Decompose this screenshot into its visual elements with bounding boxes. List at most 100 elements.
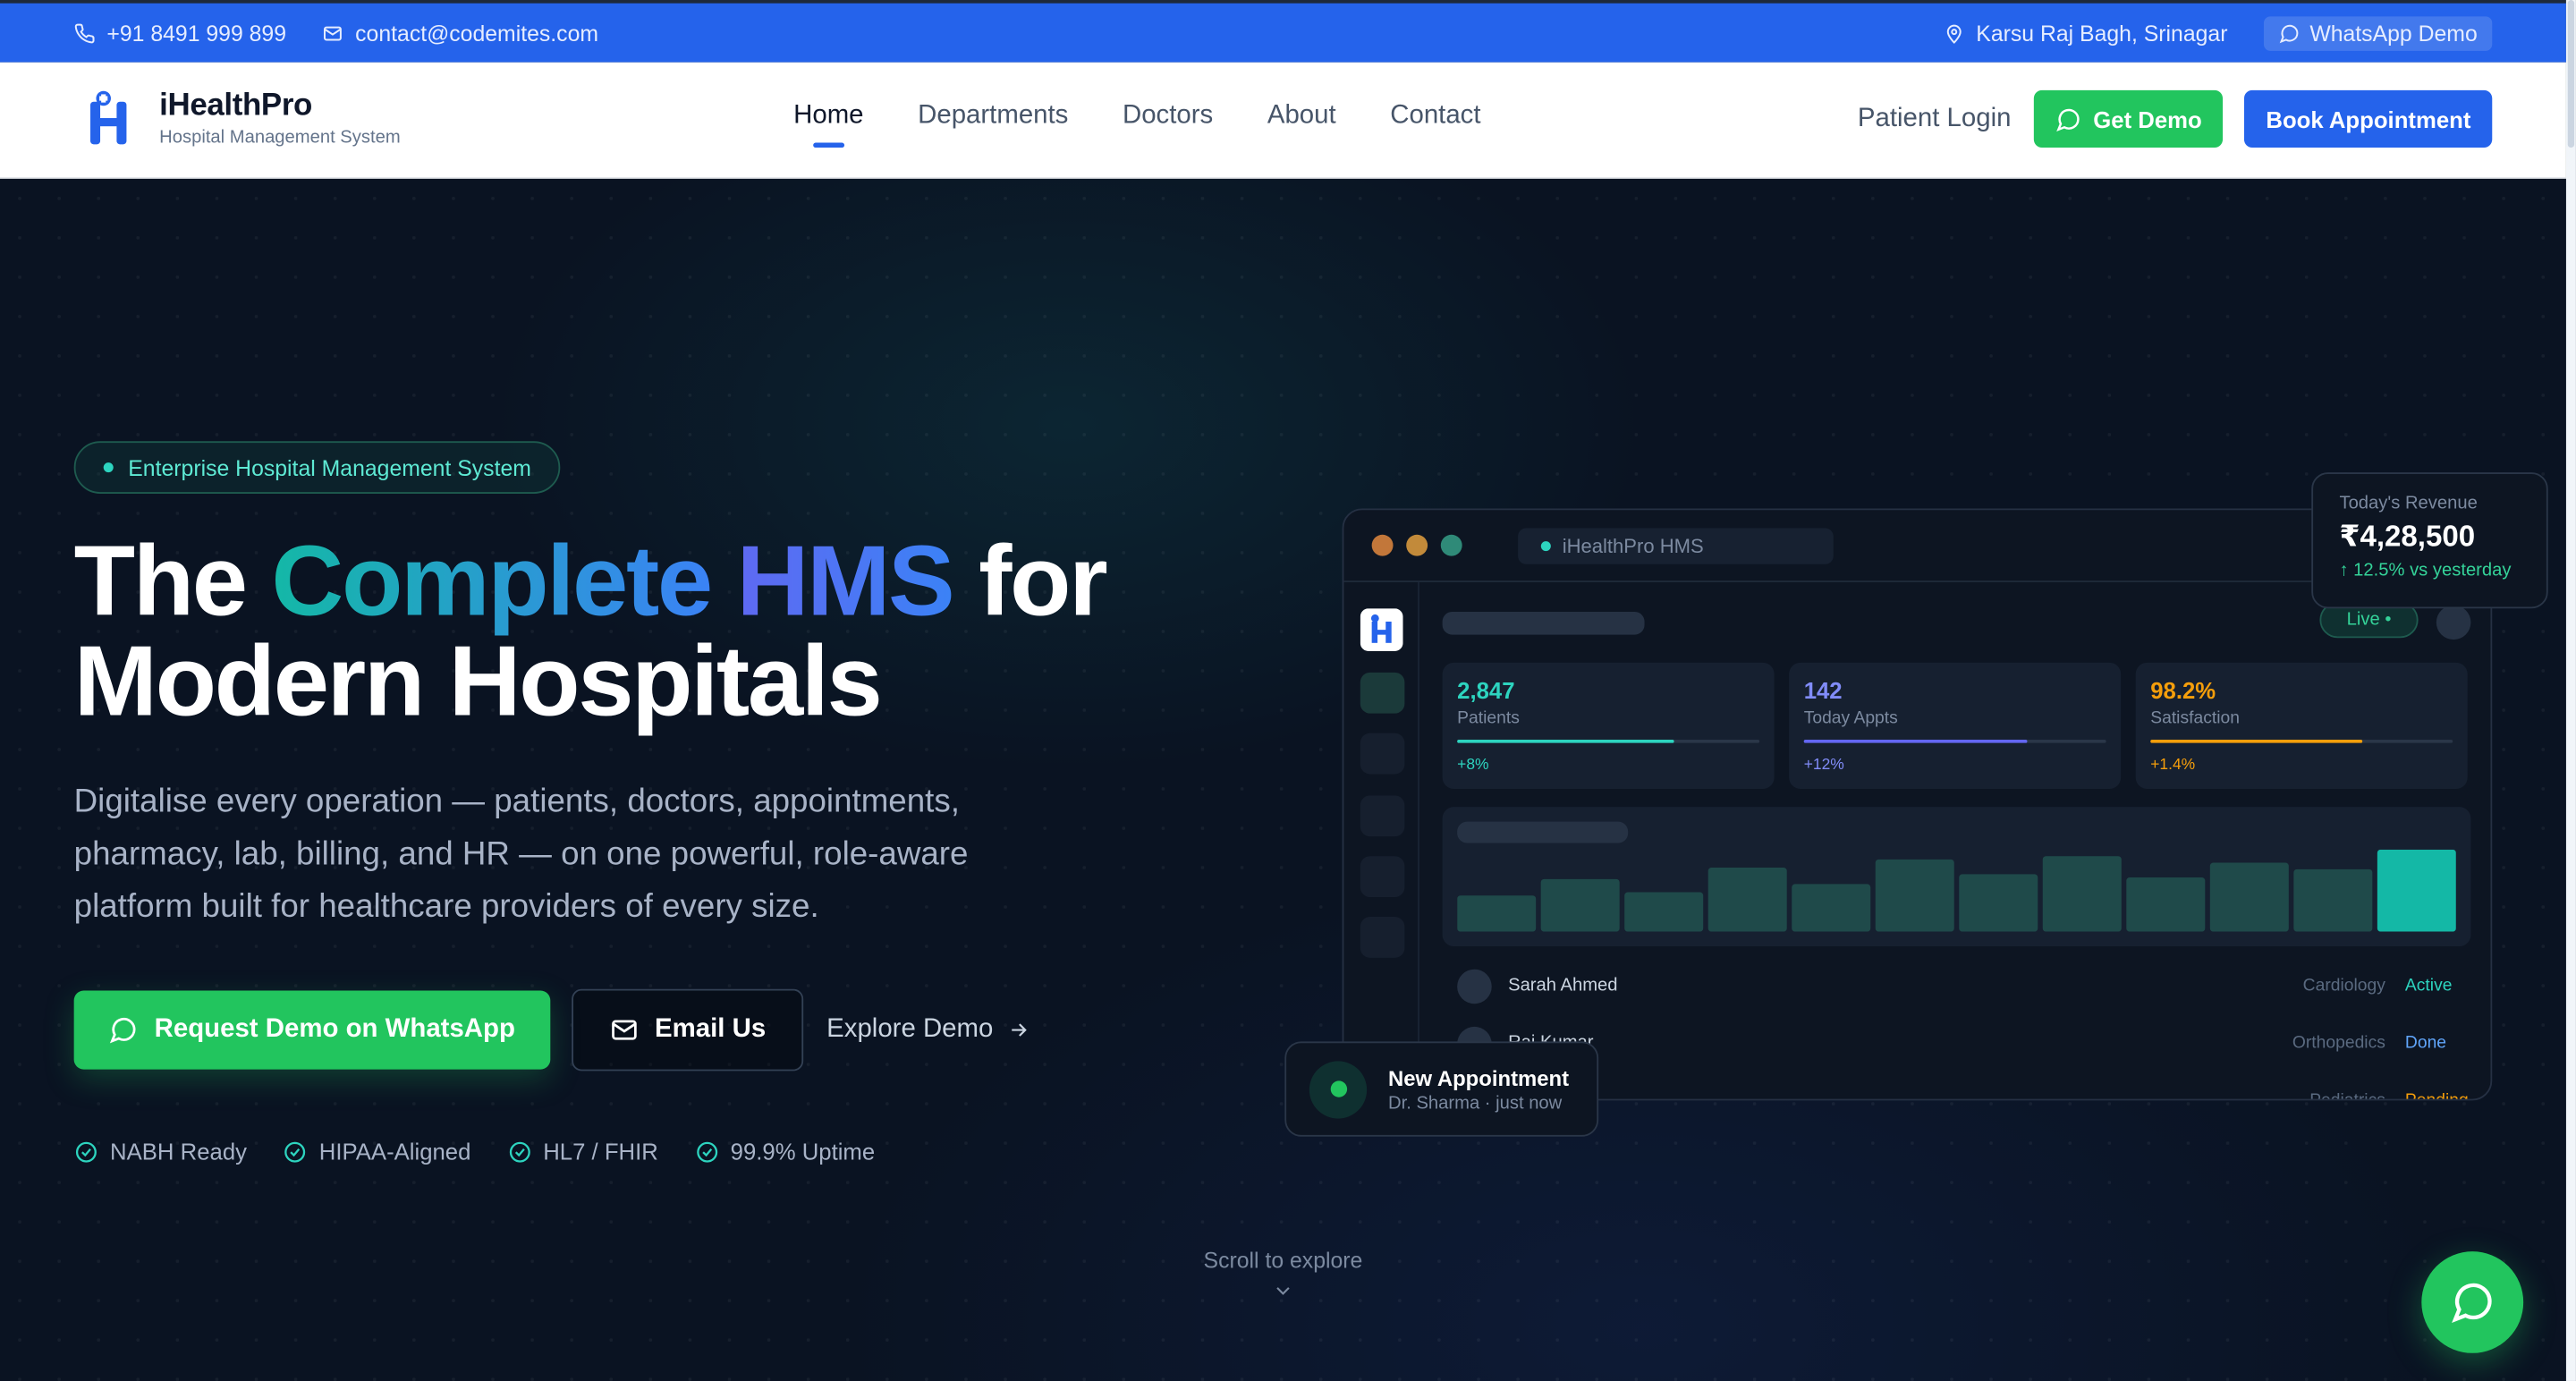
trust-item: HIPAA-Aligned bbox=[283, 1139, 470, 1165]
chart-bar bbox=[1959, 874, 2038, 932]
request-demo-whatsapp-button[interactable]: Request Demo on WhatsApp bbox=[73, 990, 550, 1070]
chart-bar bbox=[1457, 895, 1537, 932]
brand-tagline: Hospital Management System bbox=[159, 128, 401, 148]
nav-menu: Home Departments Doctors About Contact bbox=[793, 102, 1481, 148]
sidebar-nav-icon[interactable] bbox=[1360, 856, 1405, 898]
brand-name: iHealthPro bbox=[159, 89, 313, 123]
whatsapp-demo-link[interactable]: WhatsApp Demo bbox=[2263, 15, 2493, 50]
check-circle-icon bbox=[75, 1140, 97, 1162]
check-circle-icon bbox=[284, 1140, 306, 1162]
revenue-title: Today's Revenue bbox=[2339, 493, 2478, 513]
patient-name: Sarah Ahmed bbox=[1508, 976, 1618, 996]
hero-badge: Enterprise Hospital Management System bbox=[73, 441, 562, 494]
chart-bar bbox=[1624, 892, 1704, 932]
check-circle-icon bbox=[509, 1140, 530, 1162]
book-appointment-label: Book Appointment bbox=[2266, 106, 2471, 132]
sidebar-nav-icon[interactable] bbox=[1360, 672, 1405, 714]
status-dot-icon bbox=[1309, 1060, 1368, 1118]
get-demo-button[interactable]: Get Demo bbox=[2034, 89, 2224, 148]
email-us-button[interactable]: Email Us bbox=[571, 988, 804, 1072]
explore-demo-link[interactable]: Explore Demo bbox=[826, 1015, 1030, 1045]
toast-subtitle: Dr. Sharma · just now bbox=[1388, 1093, 1563, 1114]
chevron-down-icon bbox=[1276, 1287, 1290, 1295]
dashboard-bar-chart bbox=[1442, 807, 2471, 947]
patient-status: Done bbox=[2404, 1033, 2447, 1054]
map-pin-icon bbox=[1946, 23, 1962, 44]
nav-contact[interactable]: Contact bbox=[1390, 102, 1480, 131]
sidebar-nav-icon[interactable] bbox=[1360, 733, 1405, 775]
chart-bar bbox=[1540, 878, 1620, 932]
patient-status: Pending bbox=[2404, 1090, 2469, 1101]
stat-label: Patients bbox=[1457, 708, 1520, 729]
hero-section: Enterprise Hospital Management System Th… bbox=[0, 178, 2566, 1381]
scroll-hint[interactable]: Scroll to explore bbox=[1201, 1248, 1366, 1307]
email-link[interactable]: contact@codemites.com bbox=[322, 20, 599, 46]
badge-text: Enterprise Hospital Management System bbox=[128, 454, 531, 480]
scrollbar-thumb[interactable] bbox=[2567, 0, 2575, 148]
headline-highlight-complete: Complete bbox=[271, 524, 713, 637]
trust-label: HIPAA-Aligned bbox=[318, 1138, 471, 1165]
sidebar-nav-icon[interactable] bbox=[1360, 917, 1405, 958]
trust-label: NABH Ready bbox=[110, 1138, 247, 1165]
patient-login-link[interactable]: Patient Login bbox=[1858, 104, 2012, 133]
location-link[interactable]: Karsu Raj Bagh, Srinagar bbox=[1944, 20, 2228, 46]
stat-value: 98.2% bbox=[2150, 677, 2216, 704]
scroll-hint-text: Scroll to explore bbox=[1203, 1248, 1363, 1273]
patient-row[interactable]: Sarah Ahmed Cardiology Active bbox=[1457, 966, 2456, 1005]
hero-cta-row: Request Demo on WhatsApp Email Us Explor… bbox=[73, 988, 1030, 1072]
patient-dept: Pediatrics bbox=[2309, 1090, 2385, 1101]
revenue-card: Today's Revenue ₹4,28,500 ↑ 12.5% vs yes… bbox=[2311, 472, 2548, 609]
phone-link[interactable]: +91 8491 999 899 bbox=[74, 21, 286, 45]
location-text: Karsu Raj Bagh, Srinagar bbox=[1976, 20, 2228, 46]
stat-progress-fill bbox=[2150, 739, 2362, 743]
whatsapp-chat-fab[interactable] bbox=[2421, 1251, 2524, 1353]
nav-departments[interactable]: Departments bbox=[918, 102, 1068, 131]
headline-part-1: The bbox=[73, 524, 272, 637]
get-demo-label: Get Demo bbox=[2093, 106, 2202, 132]
request-demo-label: Request Demo on WhatsApp bbox=[154, 1015, 515, 1044]
headline-part-2: Modern Hospitals bbox=[73, 624, 883, 737]
check-circle-icon bbox=[696, 1140, 717, 1162]
nav-about[interactable]: About bbox=[1267, 102, 1336, 131]
hospital-logo-icon bbox=[90, 90, 127, 145]
patient-row[interactable]: Raj Kumar Orthopedics Done bbox=[1457, 1023, 2456, 1063]
stat-progress bbox=[2150, 739, 2453, 743]
stat-value: 2,847 bbox=[1457, 677, 1515, 704]
mail-icon bbox=[324, 25, 343, 40]
chart-bar bbox=[2377, 849, 2456, 932]
nav-home[interactable]: Home bbox=[793, 102, 864, 148]
patient-status: Active bbox=[2404, 976, 2453, 996]
stat-change: +8% bbox=[1457, 756, 1489, 775]
chart-bar bbox=[2293, 868, 2373, 932]
email-us-label: Email Us bbox=[655, 1015, 767, 1044]
window-dot bbox=[1440, 534, 1462, 556]
sidebar-nav-icon[interactable] bbox=[1360, 795, 1405, 837]
patient-dept: Orthopedics bbox=[2292, 1033, 2385, 1054]
main-navbar: iHealthPro Hospital Management System Ho… bbox=[0, 62, 2566, 179]
chat-icon bbox=[109, 1018, 136, 1044]
hero-subtitle: Digitalise every operation — patients, d… bbox=[73, 784, 969, 926]
stat-value: 142 bbox=[1803, 677, 1843, 704]
email-text: contact@codemites.com bbox=[355, 20, 599, 46]
stat-label: Satisfaction bbox=[2150, 708, 2240, 729]
avatar bbox=[1457, 968, 1492, 1004]
arrow-right-icon bbox=[1011, 1023, 1026, 1037]
revenue-growth: ↑ 12.5% vs yesterday bbox=[2339, 561, 2512, 581]
badge-dot bbox=[103, 462, 114, 473]
trust-item: 99.9% Uptime bbox=[694, 1139, 875, 1165]
stat-progress bbox=[1457, 739, 1760, 743]
patient-row[interactable]: Pediatrics Pending bbox=[1457, 1080, 2469, 1101]
chart-bar bbox=[1707, 868, 1787, 932]
stat-label: Today Appts bbox=[1803, 708, 1898, 729]
explore-demo-label: Explore Demo bbox=[826, 1015, 994, 1044]
book-appointment-button[interactable]: Book Appointment bbox=[2244, 89, 2493, 148]
skeleton-chart-title bbox=[1457, 821, 1629, 843]
phone-icon bbox=[74, 22, 95, 43]
nav-doctors[interactable]: Doctors bbox=[1123, 102, 1213, 131]
trust-label: 99.9% Uptime bbox=[730, 1138, 876, 1165]
revenue-amount: ₹4,28,500 bbox=[2339, 520, 2476, 553]
stat-change: +1.4% bbox=[2150, 756, 2196, 775]
new-appointment-toast: New Appointment Dr. Sharma · just now bbox=[1284, 1041, 1599, 1137]
brand-logo-link[interactable]: iHealthPro Hospital Management System bbox=[84, 89, 401, 148]
page-scrollbar[interactable] bbox=[2565, 0, 2576, 1381]
